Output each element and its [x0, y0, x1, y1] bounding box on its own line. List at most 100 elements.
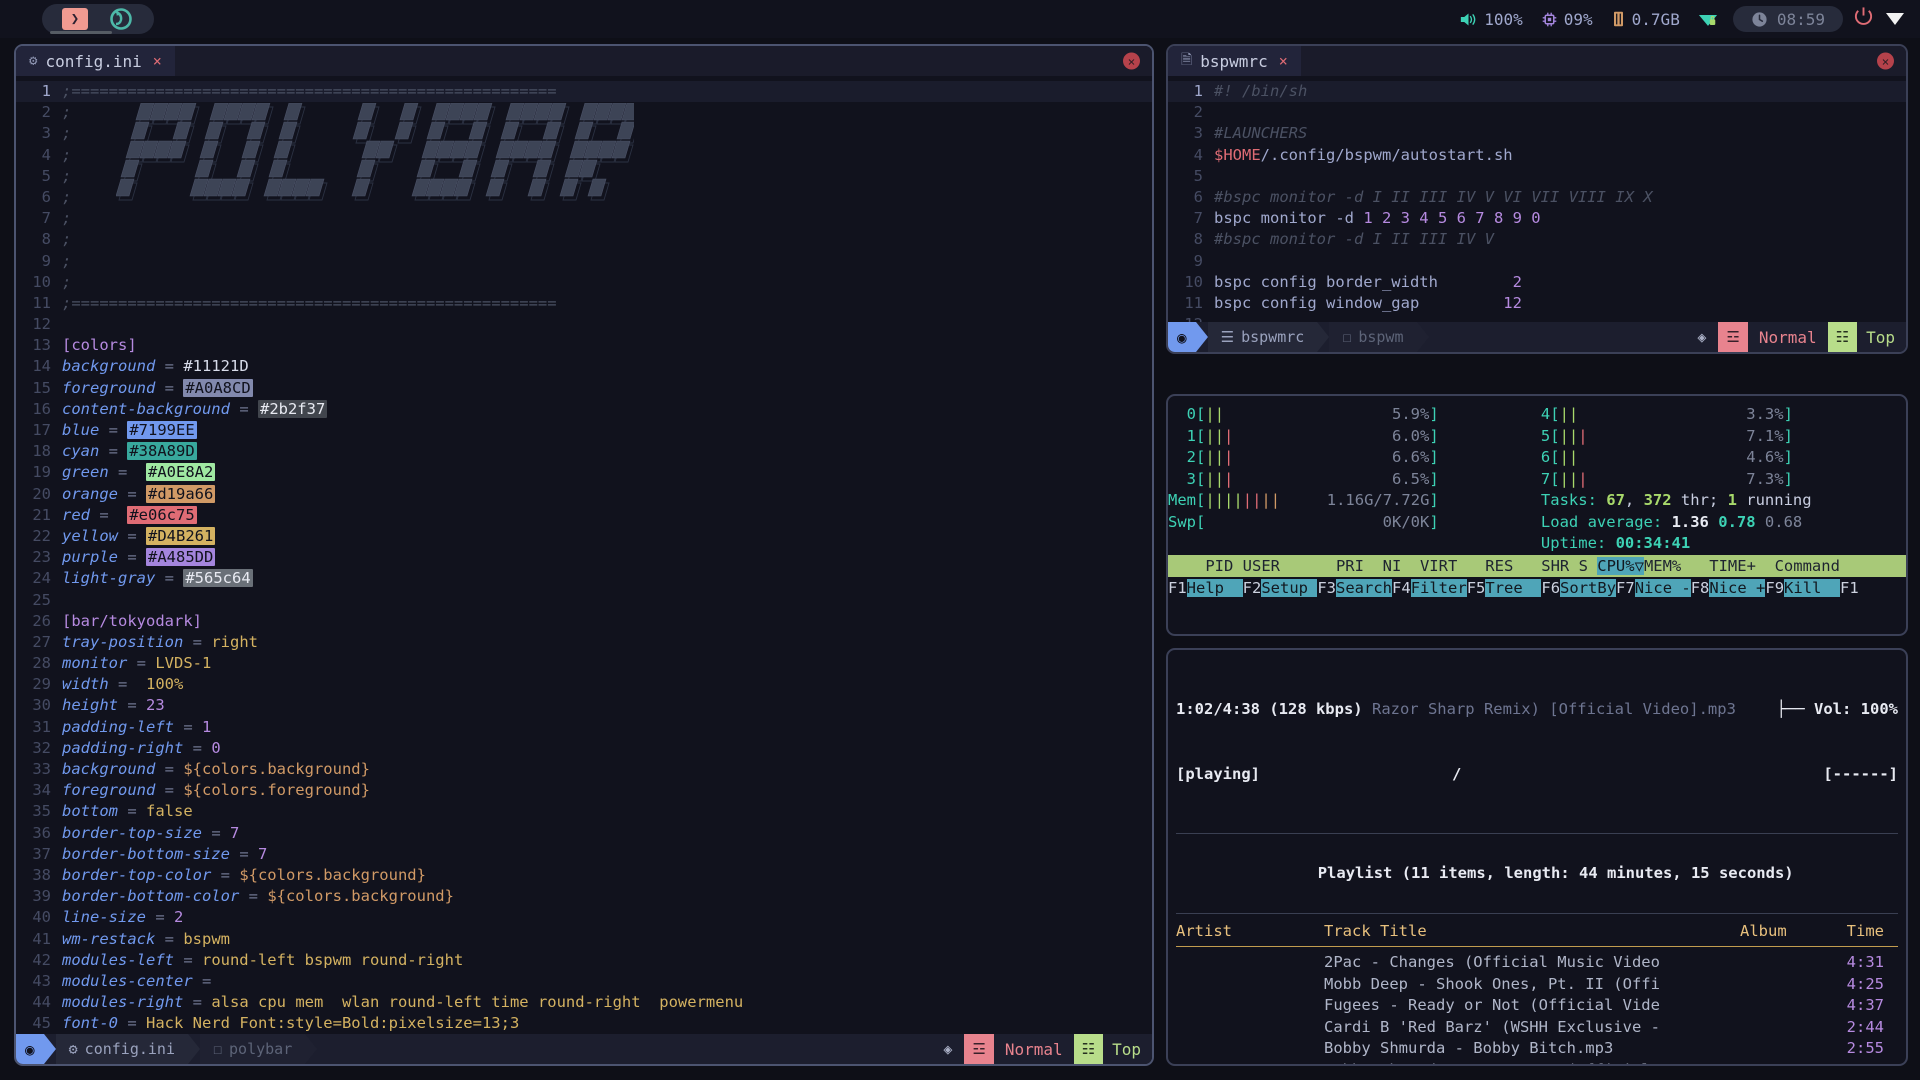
- code-line: 2: [1168, 102, 1906, 123]
- mpd-playlist-title-row: Playlist (11 items, length: 44 minutes, …: [1168, 834, 1906, 913]
- tab-close-icon[interactable]: ×: [1279, 52, 1288, 70]
- mpd-track-artist: [1188, 1060, 1324, 1065]
- mpd-track-row[interactable]: Bobby Shmurda - Hot N_gga (Official3:18: [1168, 1060, 1906, 1065]
- code-token: border-top-size: [62, 823, 202, 842]
- tab-label: bspwmrc: [1200, 51, 1268, 71]
- htop-fkey-label[interactable]: Search: [1336, 578, 1393, 597]
- code-token: orange: [62, 484, 118, 503]
- cpu-module[interactable]: 09%: [1532, 10, 1602, 29]
- code-token: light-gray: [62, 569, 156, 588]
- line-number: 36: [32, 823, 51, 842]
- code-token: =: [229, 844, 258, 863]
- clock-module[interactable]: 08:59: [1732, 6, 1843, 32]
- tab-close-icon[interactable]: ×: [153, 52, 162, 70]
- window-config-ini[interactable]: ⚙ config.ini × ✕ 1 ;=====================…: [14, 44, 1154, 1066]
- line-number: 7: [41, 209, 51, 228]
- htop-fkey-key[interactable]: F1: [1168, 578, 1187, 597]
- power-icon: [1854, 7, 1873, 25]
- line-number: 45: [32, 1014, 51, 1033]
- htop-fkey-label[interactable]: Setup: [1261, 578, 1318, 597]
- htop-fkey-label[interactable]: Help: [1186, 578, 1243, 597]
- code-token: #565c64: [183, 569, 253, 588]
- launcher-firefox[interactable]: [98, 4, 144, 34]
- htop-cpu-row: 1[||| 6.0%] 5[||| 7.1%]: [1168, 426, 1793, 445]
- htop-fkey-label[interactable]: Nice +: [1709, 578, 1766, 597]
- htop-fkey-key[interactable]: F7: [1616, 578, 1635, 597]
- htop-uptime-row: Uptime: 00:34:41: [1540, 534, 1691, 552]
- mpd-playlist[interactable]: 2Pac - Changes (Official Music Video 4:31…: [1168, 947, 1906, 1065]
- htop-fkey-label[interactable]: Nice -: [1634, 578, 1691, 597]
- code-editor-bspwmrc[interactable]: 1 #! /bin/sh 2 3 #LAUNCHERS 4 $HOME/.config/bs…: [1168, 76, 1906, 335]
- htop-fkey-key[interactable]: F8: [1690, 578, 1710, 597]
- code-token: 23: [146, 696, 165, 715]
- htop-sort-column[interactable]: CPU%: [1597, 556, 1635, 575]
- window-htop[interactable]: 0[|| 5.9%] 4[|| 3.3%] 1[||| 6.0%] 5[||| …: [1166, 394, 1908, 636]
- powermenu-button[interactable]: [1849, 6, 1882, 32]
- code-line: 6 #bspc monitor -d I II III IV V VI VII V…: [1168, 187, 1906, 208]
- code-token: bspwm: [183, 929, 230, 948]
- code-line: 42 modules-left = round-left bspwm round-…: [16, 950, 1152, 971]
- mpd-cursor-icon: [1176, 974, 1188, 996]
- mode-icon: ◉: [1168, 322, 1196, 352]
- code-line: 29 width = 100%: [16, 674, 1152, 695]
- memory-module[interactable]: 0.7GB: [1602, 10, 1689, 29]
- htop-fkey-label[interactable]: Filter: [1410, 578, 1467, 597]
- window-bspwmrc[interactable]: 🗎 bspwmrc × ✕ 1 #! /bin/sh 2 3 #LAUNCHERS 4 $H…: [1166, 44, 1908, 354]
- htop-fkey-label[interactable]: Kill: [1784, 578, 1841, 597]
- mpd-right-mark: [------]: [1823, 764, 1898, 783]
- code-token: 7: [229, 823, 240, 842]
- mpd-column-headers: Artist Track Title Album Time: [1168, 914, 1906, 947]
- htop-fkey-key[interactable]: F4: [1392, 578, 1411, 597]
- mpd-track-row[interactable]: Mobb Deep - Shook Ones, Pt. II (Offi 4:25: [1168, 974, 1906, 996]
- mpd-track-row[interactable]: Bobby Shmurda - Bobby Bitch.mp3 2:55: [1168, 1038, 1906, 1060]
- htop-fkey-key[interactable]: F9: [1765, 578, 1785, 597]
- htop-column-headers[interactable]: PID USER PRI NI VIRT RES SHR S CPU%▽MEM%…: [1168, 554, 1906, 577]
- mpd-track-row[interactable]: Fugees - Ready or Not (Official Vide 4:37: [1168, 995, 1906, 1017]
- code-line: 13 [colors]: [16, 335, 1152, 356]
- mpd-track-title: Cardi B 'Red Barz' (WSHH Exclusive -: [1324, 1017, 1660, 1036]
- volume-module[interactable]: 100%: [1450, 10, 1532, 29]
- code-token: =: [183, 632, 212, 651]
- code-token: =: [118, 696, 146, 715]
- code-token: #bspc monitor -d I II III IV V: [1214, 230, 1494, 249]
- htop-fkey-label[interactable]: Tree: [1485, 578, 1542, 597]
- window-ncmpcpp[interactable]: 1:02/4:38 (128 kbps) Razor Sharp Remix) …: [1166, 648, 1908, 1066]
- code-token: =: [229, 399, 258, 418]
- tab-bspwmrc[interactable]: 🗎 bspwmrc ×: [1168, 46, 1301, 76]
- file-name: bspwmrc: [1241, 328, 1305, 346]
- window-close-button[interactable]: ✕: [1877, 52, 1894, 70]
- file-icon: 🗎: [1181, 52, 1193, 68]
- code-line: 18 cyan = #38A89D: [16, 441, 1152, 462]
- htop-fkey-key[interactable]: F1: [1840, 578, 1859, 597]
- cpu-icon: [1542, 12, 1557, 26]
- line-number: 1: [1193, 82, 1203, 100]
- mpd-track-row[interactable]: 2Pac - Changes (Official Music Video 4:31: [1168, 952, 1906, 974]
- tab-config-ini[interactable]: ⚙ config.ini ×: [16, 46, 175, 76]
- htop-fkey-key[interactable]: F2: [1242, 578, 1262, 597]
- tray-icon[interactable]: [1886, 13, 1904, 25]
- htop-fkey-key[interactable]: F5: [1466, 578, 1486, 597]
- gear-icon: ⚙: [29, 53, 38, 69]
- code-token: bspc config window_gap: [1214, 293, 1504, 312]
- code-token: #38A89D: [127, 442, 197, 461]
- code-token: $HOME: [1214, 145, 1261, 164]
- launcher-terminal[interactable]: ❯: [52, 4, 98, 34]
- code-token: ;=======================================…: [62, 82, 557, 100]
- wifi-module[interactable]: [1689, 11, 1727, 28]
- window-close-button[interactable]: ✕: [1123, 52, 1140, 70]
- code-token: =: [118, 526, 146, 545]
- clock-value: 08:59: [1776, 9, 1825, 29]
- htop-function-keys[interactable]: F1Help F2Setup F3SearchF4FilterF5Tree F6…: [1168, 576, 1906, 599]
- htop-fkey-key[interactable]: F3: [1317, 578, 1337, 597]
- header-track: Track Title: [1324, 921, 1427, 940]
- mpd-track-row[interactable]: Cardi B 'Red Barz' (WSHH Exclusive - 2:44: [1168, 1017, 1906, 1039]
- code-token: cyan: [62, 442, 100, 461]
- code-editor-config-ini[interactable]: 1 ;======================================…: [16, 76, 1152, 1034]
- code-line: 21 red = #e06c75: [16, 505, 1152, 526]
- htop-fkey-label[interactable]: SortBy: [1560, 578, 1617, 597]
- lsp-icon: ☲: [964, 1034, 994, 1064]
- code-token: /.config/bspwm/autostart.sh: [1260, 145, 1513, 164]
- htop-fkey-key[interactable]: F6: [1541, 578, 1561, 597]
- code-line: 9;: [16, 251, 1152, 272]
- mode-label: Normal: [1004, 1039, 1063, 1059]
